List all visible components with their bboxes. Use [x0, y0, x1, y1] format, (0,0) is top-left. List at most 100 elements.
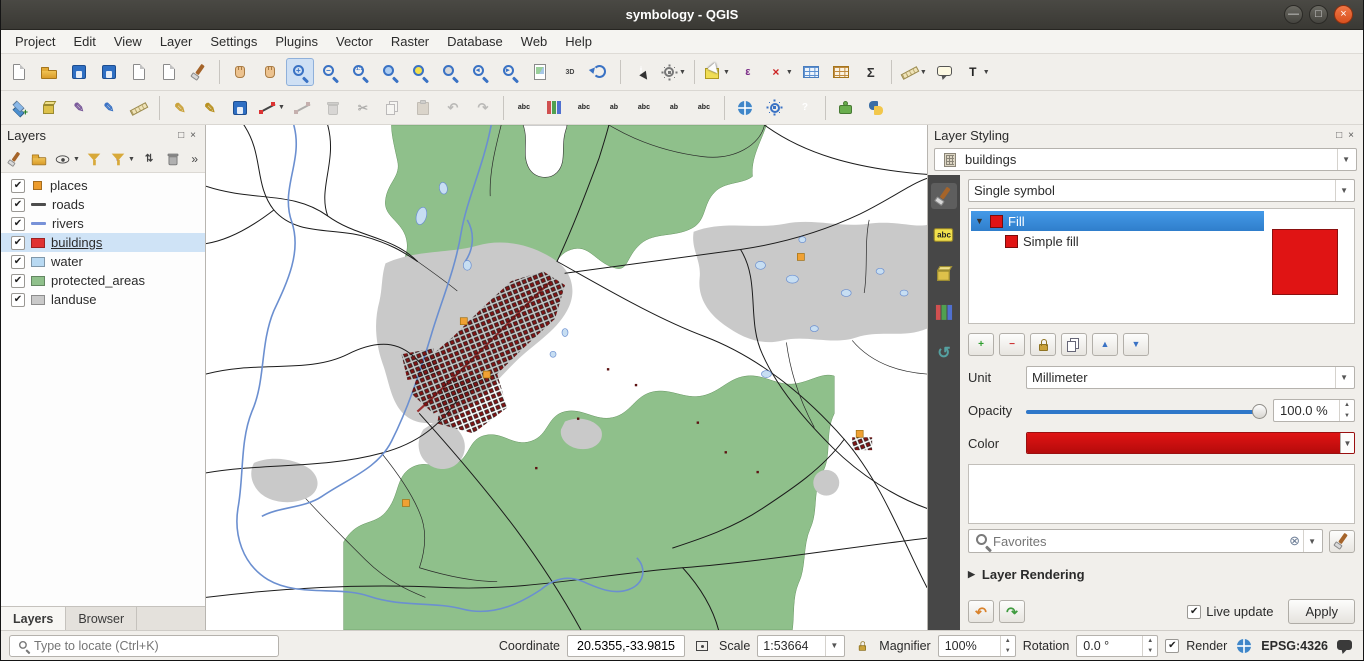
opacity-spinbox[interactable]: 100.0 % ▲▼: [1273, 399, 1355, 422]
menu-plugins[interactable]: Plugins: [267, 32, 326, 51]
add-symbol-layer-button[interactable]: +: [968, 333, 994, 356]
identify-features-button[interactable]: i: [627, 58, 655, 86]
layer-visibility-checkbox[interactable]: ✔: [11, 198, 25, 212]
zoom-full-button[interactable]: [376, 58, 404, 86]
live-update-checkbox[interactable]: ✔: [1187, 605, 1201, 619]
styling-tab-view-3d[interactable]: [931, 261, 957, 287]
menu-edit[interactable]: Edit: [65, 32, 103, 51]
run-feature-action-button[interactable]: ▼: [657, 58, 688, 86]
close-button[interactable]: ×: [1334, 5, 1353, 24]
zoom-next-button[interactable]: ▸: [496, 58, 524, 86]
saved-symbols-list[interactable]: [968, 464, 1355, 524]
coordinate-input[interactable]: [567, 635, 685, 657]
save-layer-edits-button[interactable]: ✎: [226, 94, 254, 122]
clear-search-icon[interactable]: ⊗: [1286, 533, 1303, 549]
style-manager-button[interactable]: [1329, 530, 1355, 553]
map-canvas[interactable]: [206, 125, 927, 630]
vertex-tool-button[interactable]: ▼: [256, 94, 287, 122]
menu-project[interactable]: Project: [7, 32, 63, 51]
show-layout-manager-button[interactable]: ≡: [155, 58, 183, 86]
layer-item-buildings[interactable]: ✔buildings: [1, 233, 205, 252]
layer-item-landuse[interactable]: ✔landuse: [1, 290, 205, 309]
zoom-to-layer-button[interactable]: [436, 58, 464, 86]
manage-map-themes-button[interactable]: ▼: [51, 148, 82, 170]
styling-tab-labels[interactable]: abc: [931, 222, 957, 248]
open-data-source-manager-button[interactable]: +: [5, 94, 33, 122]
move-up-symbol-layer-button[interactable]: ▲: [1092, 333, 1118, 356]
pinned-labels-button[interactable]: abc: [570, 94, 598, 122]
current-edits-button[interactable]: ✎: [166, 94, 194, 122]
measure-line-dropdown-arrow[interactable]: ▼: [920, 69, 927, 76]
help-contents-button[interactable]: ?: [791, 94, 819, 122]
filter-legend-button[interactable]: [82, 148, 106, 170]
layer-item-water[interactable]: ✔water: [1, 252, 205, 271]
locate-input[interactable]: [34, 639, 274, 653]
new-temporary-scratch-layer-button[interactable]: [125, 94, 153, 122]
text-annotation-button[interactable]: T▼: [961, 58, 992, 86]
magnifier-spinbox[interactable]: 100% ▲▼: [938, 635, 1016, 657]
menu-layer[interactable]: Layer: [152, 32, 201, 51]
statistical-summary-button[interactable]: Σ: [857, 58, 885, 86]
layer-selector-combobox[interactable]: buildings ▼: [934, 148, 1357, 171]
new-3d-map-view-button[interactable]: 3D: [556, 58, 584, 86]
spin-arrows[interactable]: ▲▼: [1000, 636, 1015, 656]
text-annotation-dropdown-arrow[interactable]: ▼: [983, 69, 990, 76]
pin-unpin-labels-button[interactable]: ab: [600, 94, 628, 122]
spin-arrows[interactable]: ▲▼: [1339, 400, 1354, 421]
scale-combobox[interactable]: 1:53664 ▼: [757, 635, 845, 657]
collapsed-arrow-icon[interactable]: ▶: [968, 569, 975, 580]
styling-tab-symbology[interactable]: [931, 183, 957, 209]
new-virtual-layer-button[interactable]: ✎: [95, 94, 123, 122]
tab-layers[interactable]: Layers: [1, 607, 66, 630]
chevron-down-icon[interactable]: ▼: [825, 636, 842, 656]
tab-browser[interactable]: Browser: [66, 607, 137, 630]
layer-labeling-button[interactable]: abc: [510, 94, 538, 122]
extent-icon[interactable]: [692, 636, 712, 656]
save-project-button[interactable]: [65, 58, 93, 86]
zoom-last-button[interactable]: ◂: [466, 58, 494, 86]
measure-line-button[interactable]: ▼: [898, 58, 929, 86]
layer-visibility-checkbox[interactable]: ✔: [11, 236, 25, 250]
add-group-button[interactable]: +: [27, 148, 51, 170]
select-features-button[interactable]: ▼: [701, 58, 732, 86]
layer-item-rivers[interactable]: ✔rivers: [1, 214, 205, 233]
move-rotate-label-button[interactable]: ab: [660, 94, 688, 122]
render-checkbox[interactable]: ✔: [1165, 639, 1179, 653]
layer-item-places[interactable]: ✔places: [1, 176, 205, 195]
unit-combobox[interactable]: Millimeter ▼: [1026, 366, 1355, 389]
duplicate-symbol-layer-button[interactable]: [1061, 333, 1087, 356]
new-geopackage-layer-button[interactable]: [35, 94, 63, 122]
processing-toolbox-button[interactable]: [761, 94, 789, 122]
toolbar-overflow-button[interactable]: »: [186, 152, 203, 166]
spin-arrows[interactable]: ▲▼: [1142, 636, 1157, 656]
run-feature-action-dropdown-arrow[interactable]: ▼: [679, 69, 686, 76]
crs-icon[interactable]: [1234, 636, 1254, 656]
open-layer-styling-panel-button[interactable]: [3, 148, 27, 170]
layer-rendering-section[interactable]: ▶ Layer Rendering: [968, 567, 1355, 582]
move-down-symbol-layer-button[interactable]: ▼: [1123, 333, 1149, 356]
undo-style-button[interactable]: ↶: [968, 600, 994, 623]
zoom-in-button[interactable]: +: [286, 58, 314, 86]
slider-handle[interactable]: [1252, 404, 1267, 419]
menu-vector[interactable]: Vector: [328, 32, 381, 51]
deselect-all-button[interactable]: ×▼: [764, 58, 795, 86]
layer-visibility-checkbox[interactable]: ✔: [11, 217, 25, 231]
favorites-search-input[interactable]: [993, 534, 1286, 549]
layer-visibility-checkbox[interactable]: ✔: [11, 179, 25, 193]
expand-collapse-all-button[interactable]: ⇅: [137, 148, 161, 170]
close-panel-icon[interactable]: ×: [187, 130, 199, 141]
symbol-tree-item-fill[interactable]: ▼ Fill: [971, 211, 1264, 231]
menu-help[interactable]: Help: [557, 32, 600, 51]
zoom-to-selection-button[interactable]: [406, 58, 434, 86]
chevron-down-icon[interactable]: ▼: [1335, 180, 1352, 201]
favorites-search[interactable]: ⊗ ▼: [968, 529, 1323, 553]
open-project-button[interactable]: [35, 58, 63, 86]
expander-icon[interactable]: ▼: [975, 216, 985, 226]
new-shapefile-layer-button[interactable]: ✎: [65, 94, 93, 122]
style-manager-button[interactable]: [185, 58, 213, 86]
layer-item-protected_areas[interactable]: ✔protected_areas: [1, 271, 205, 290]
lock-scale-icon[interactable]: [854, 638, 870, 654]
plugin-tool-2-button[interactable]: [862, 94, 890, 122]
styling-tab-diagrams[interactable]: [931, 300, 957, 326]
locate-box[interactable]: [9, 635, 279, 657]
